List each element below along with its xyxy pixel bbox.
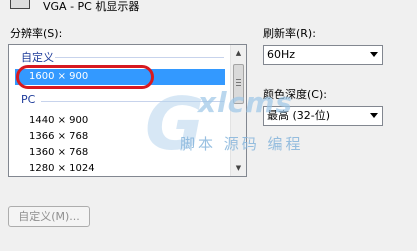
refresh-rate-dropdown[interactable]: 60Hz [263, 45, 383, 65]
monitor-title: VGA - PC 机显示器 [43, 0, 140, 13]
monitor-icon [10, 0, 30, 9]
custom-resolution-button[interactable]: 自定义(M)... [8, 206, 90, 227]
resolution-label: 分辨率(S): [10, 27, 63, 40]
refresh-rate-value: 60Hz [267, 48, 296, 61]
watermark-logo-text: xlcms [198, 86, 294, 119]
chevron-down-icon [370, 113, 378, 118]
group-divider [55, 57, 224, 58]
refresh-rate-label: 刷新率(R): [263, 27, 316, 40]
chevron-down-icon [370, 52, 378, 57]
watermark-subtext: 脚本 源码 编程 [180, 135, 304, 153]
scroll-up-icon[interactable]: ▲ [231, 45, 246, 61]
group-header-pc: PC [21, 93, 36, 106]
scroll-down-icon[interactable]: ▼ [231, 160, 246, 176]
group-header-custom: 自定义 [21, 51, 54, 64]
